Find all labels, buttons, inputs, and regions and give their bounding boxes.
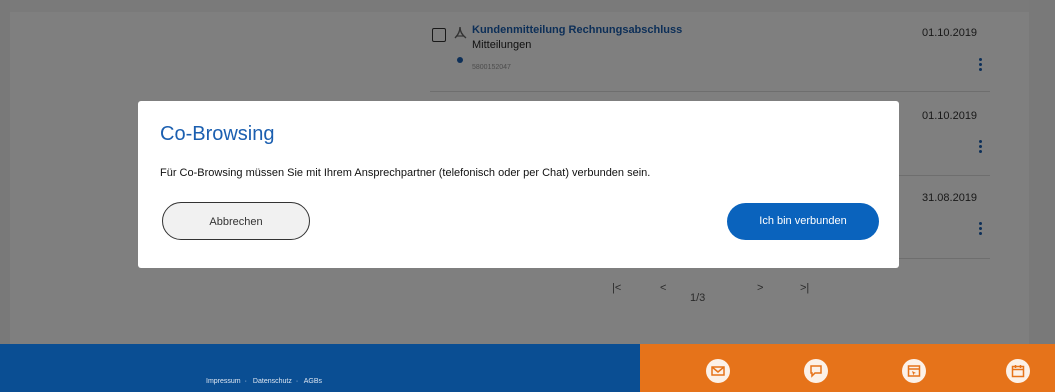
agbs-link[interactable]: AGBs: [304, 378, 322, 385]
footer-separator: ·: [244, 378, 247, 385]
confirm-connected-button[interactable]: Ich bin verbunden: [727, 203, 879, 240]
chat-icon[interactable]: [804, 359, 828, 383]
dialog-message: Für Co-Browsing müssen Sie mit Ihrem Ans…: [160, 167, 651, 179]
co-browsing-icon[interactable]: [902, 359, 926, 383]
mail-icon[interactable]: [706, 359, 730, 383]
impressum-link[interactable]: Impressum: [206, 378, 241, 385]
dialog-title: Co-Browsing: [160, 123, 275, 145]
co-browsing-dialog: Co-Browsing Für Co-Browsing müssen Sie m…: [138, 101, 899, 268]
footer-separator: ·: [295, 378, 299, 385]
footer-contact-bar: [640, 344, 1055, 392]
calendar-icon[interactable]: [1006, 359, 1030, 383]
cancel-button[interactable]: Abbrechen: [162, 202, 310, 240]
datenschutz-link[interactable]: Datenschutz: [253, 378, 292, 385]
footer-links: Impressum · Datenschutz · AGBs: [206, 378, 326, 385]
